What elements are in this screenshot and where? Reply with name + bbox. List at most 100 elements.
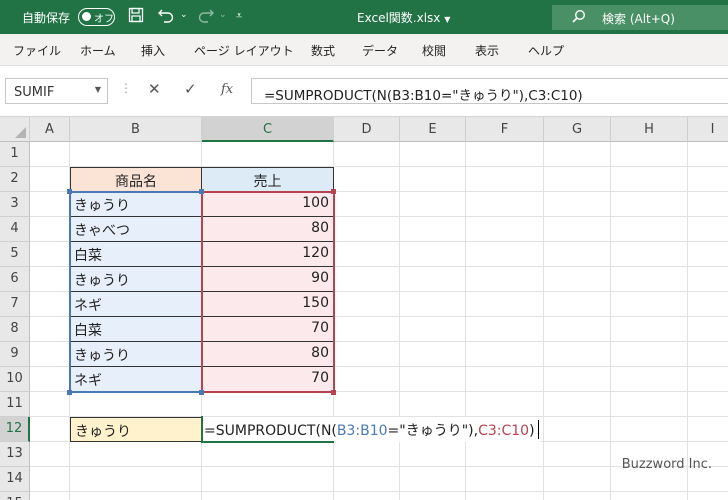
cell[interactable] xyxy=(400,492,466,500)
cell[interactable] xyxy=(334,342,400,367)
cell[interactable] xyxy=(70,492,202,500)
cell[interactable] xyxy=(30,467,70,492)
cell[interactable] xyxy=(334,192,400,217)
cell[interactable] xyxy=(334,217,400,242)
cell[interactable] xyxy=(400,442,466,467)
cell[interactable] xyxy=(30,142,70,167)
cell[interactable] xyxy=(466,467,544,492)
row-header-8[interactable]: 8 xyxy=(0,317,30,342)
cell[interactable] xyxy=(400,467,466,492)
cell[interactable] xyxy=(400,167,466,192)
cell[interactable] xyxy=(30,267,70,292)
cell-b5[interactable]: 白菜 xyxy=(70,242,202,267)
cell[interactable] xyxy=(544,392,611,417)
cell-b2[interactable]: 商品名 xyxy=(70,167,202,192)
cell-c7[interactable]: 150 xyxy=(202,292,334,317)
cell-b3[interactable]: きゅうり xyxy=(70,192,202,217)
formula-input[interactable]: =SUMPRODUCT(N(B3:B10="きゅうり"),C3:C10) xyxy=(251,78,728,104)
customize-toolbar-icon[interactable]: ⩡ xyxy=(236,9,242,23)
vertical-dots-icon[interactable]: ⋮ xyxy=(120,81,132,95)
name-box[interactable]: SUMIF ▼ xyxy=(5,78,108,104)
cell-c4[interactable]: 80 xyxy=(202,217,334,242)
cell[interactable] xyxy=(466,192,544,217)
redo-dropdown-icon[interactable]: ⌄ xyxy=(219,10,227,20)
cell[interactable] xyxy=(70,142,202,167)
cell[interactable] xyxy=(334,492,400,500)
cell[interactable] xyxy=(688,267,728,292)
row-header-12[interactable]: 12 xyxy=(0,417,30,442)
cell[interactable] xyxy=(466,267,544,292)
cell[interactable] xyxy=(466,217,544,242)
cell[interactable] xyxy=(334,442,400,467)
cell[interactable] xyxy=(611,342,688,367)
cell[interactable] xyxy=(688,142,728,167)
cell[interactable] xyxy=(30,317,70,342)
cell[interactable] xyxy=(688,492,728,500)
cell-b8[interactable]: 白菜 xyxy=(70,317,202,342)
cell[interactable] xyxy=(202,492,334,500)
cell[interactable] xyxy=(30,192,70,217)
cell-c3[interactable]: 100 xyxy=(202,192,334,217)
cell[interactable] xyxy=(334,367,400,392)
cell[interactable] xyxy=(202,467,334,492)
cell[interactable] xyxy=(334,167,400,192)
cell[interactable] xyxy=(400,342,466,367)
cell[interactable] xyxy=(30,417,70,442)
insert-function-icon[interactable]: fx xyxy=(221,82,233,97)
cell[interactable] xyxy=(334,267,400,292)
cell[interactable] xyxy=(466,492,544,500)
cell[interactable] xyxy=(544,192,611,217)
column-header-a[interactable]: A xyxy=(30,117,70,142)
tab-view[interactable]: 表示 xyxy=(475,42,499,59)
cell[interactable] xyxy=(611,367,688,392)
cell[interactable] xyxy=(400,292,466,317)
cell[interactable] xyxy=(611,167,688,192)
column-header-i[interactable]: I xyxy=(688,117,728,142)
cell[interactable] xyxy=(544,317,611,342)
column-header-g[interactable]: G xyxy=(544,117,611,142)
cell[interactable] xyxy=(30,242,70,267)
row-header-13[interactable]: 13 xyxy=(0,442,30,467)
cell[interactable] xyxy=(544,492,611,500)
cell[interactable] xyxy=(544,292,611,317)
cell-c8[interactable]: 70 xyxy=(202,317,334,342)
cell[interactable] xyxy=(466,167,544,192)
tab-formulas[interactable]: 数式 xyxy=(311,42,335,59)
cell[interactable] xyxy=(466,317,544,342)
cell-c6[interactable]: 90 xyxy=(202,267,334,292)
cell[interactable] xyxy=(544,442,611,467)
cell[interactable] xyxy=(544,467,611,492)
tab-data[interactable]: データ xyxy=(362,42,398,59)
cell[interactable] xyxy=(611,392,688,417)
cell[interactable] xyxy=(611,267,688,292)
cell[interactable] xyxy=(466,292,544,317)
cell[interactable] xyxy=(688,292,728,317)
cell[interactable] xyxy=(466,367,544,392)
redo-icon[interactable] xyxy=(197,7,215,27)
cell[interactable] xyxy=(688,192,728,217)
cell[interactable] xyxy=(688,342,728,367)
cell[interactable] xyxy=(544,367,611,392)
column-header-c[interactable]: C xyxy=(202,117,334,142)
cell[interactable] xyxy=(466,392,544,417)
cell[interactable] xyxy=(688,317,728,342)
cell[interactable] xyxy=(30,442,70,467)
row-header-3[interactable]: 3 xyxy=(0,192,30,217)
tab-insert[interactable]: 挿入 xyxy=(141,42,165,59)
autosave-toggle[interactable]: オフ xyxy=(78,8,115,26)
cell[interactable] xyxy=(466,342,544,367)
column-header-d[interactable]: D xyxy=(334,117,400,142)
cell-c5[interactable]: 120 xyxy=(202,242,334,267)
cell[interactable] xyxy=(611,192,688,217)
cell[interactable] xyxy=(400,392,466,417)
cell[interactable] xyxy=(400,242,466,267)
cancel-icon[interactable]: ✕ xyxy=(148,80,161,98)
cell[interactable] xyxy=(30,292,70,317)
save-icon[interactable] xyxy=(128,7,144,27)
column-header-f[interactable]: F xyxy=(466,117,544,142)
cell[interactable] xyxy=(400,317,466,342)
search-box[interactable]: 検索 (Alt+Q) xyxy=(552,5,728,30)
undo-dropdown-icon[interactable]: ⌄ xyxy=(180,10,188,20)
cell[interactable] xyxy=(688,417,728,442)
undo-icon[interactable] xyxy=(157,7,175,27)
